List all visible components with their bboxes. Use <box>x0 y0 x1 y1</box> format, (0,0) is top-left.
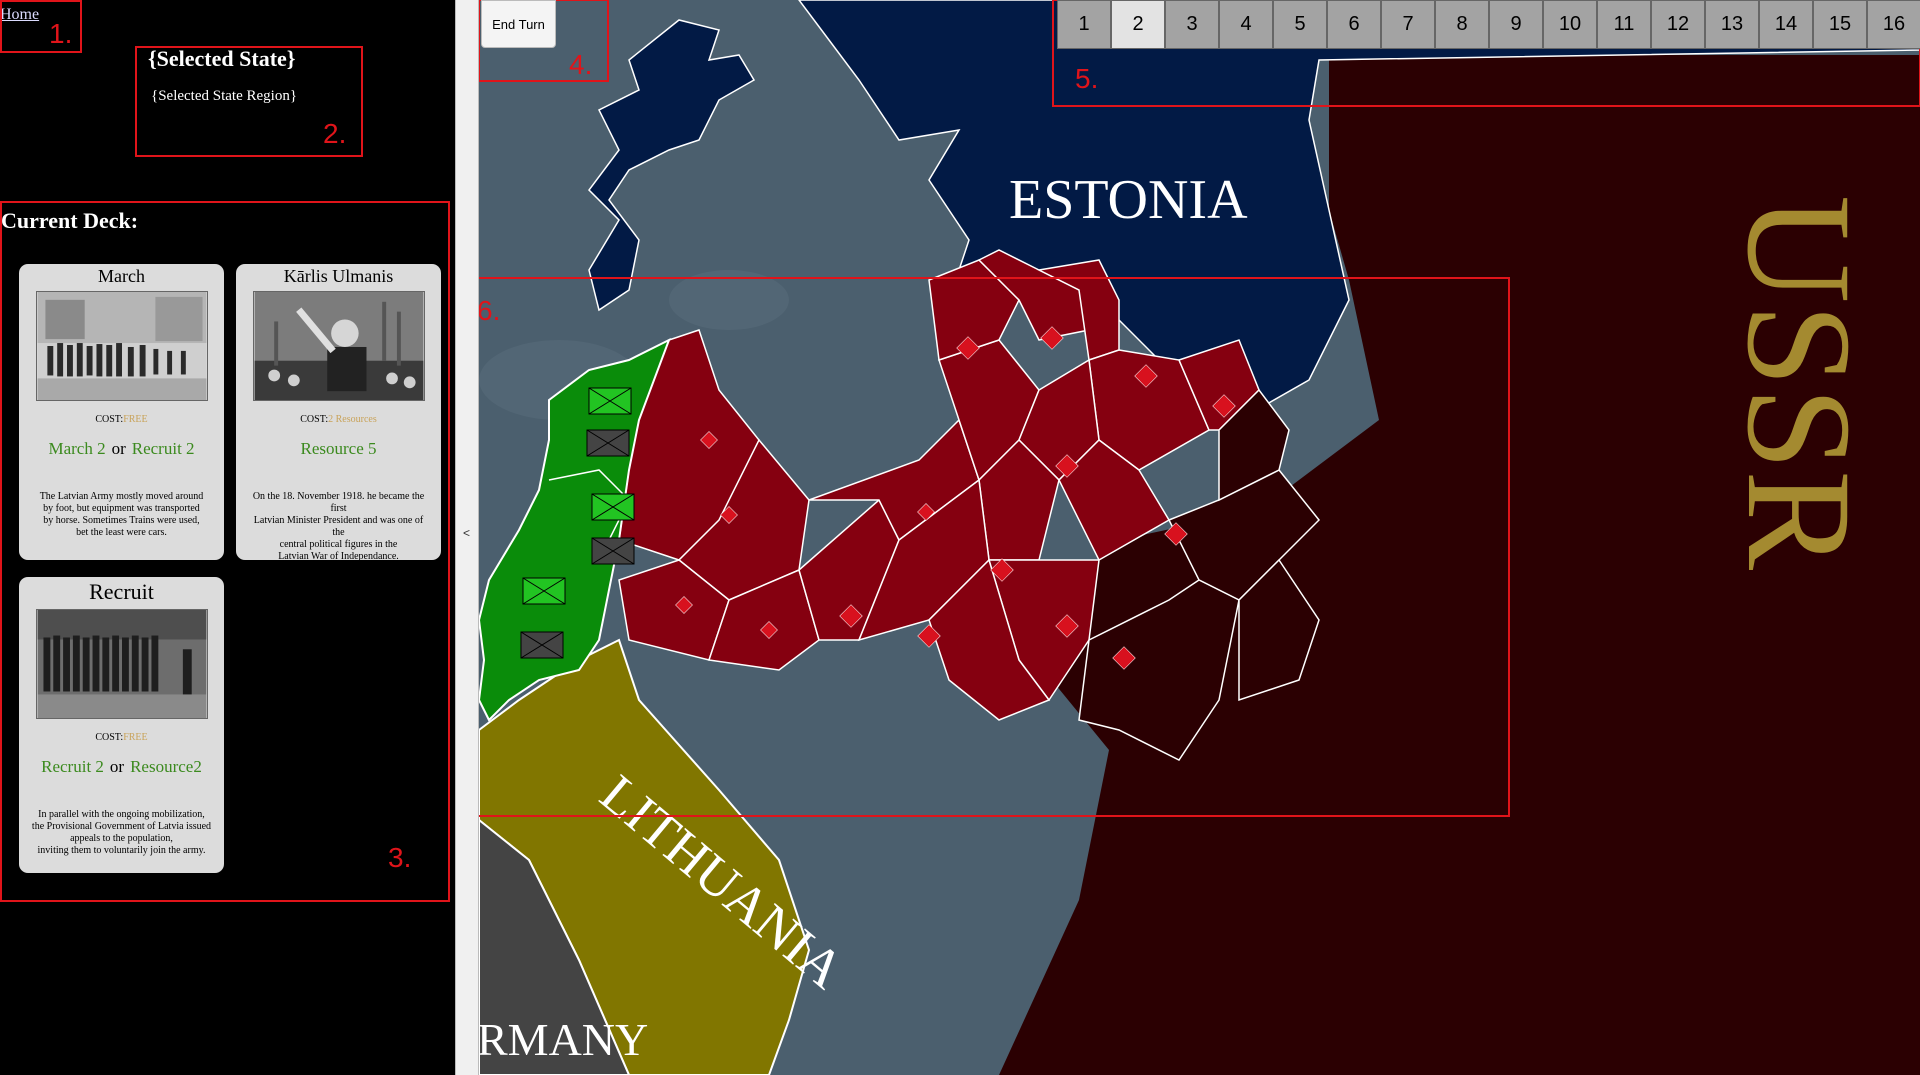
annotation-number-5: 5. <box>1075 63 1098 94</box>
left-panel: Home {Selected State} {Selected State Re… <box>0 0 455 1075</box>
turn-button-16[interactable]: 16 <box>1867 0 1920 49</box>
ussr-label: USSR <box>1716 195 1882 570</box>
turn-button-6[interactable]: 6 <box>1327 0 1381 49</box>
turn-button-10[interactable]: 10 <box>1543 0 1597 49</box>
annotation-number-2: 2. <box>323 118 347 149</box>
turn-button-15[interactable]: 15 <box>1813 0 1867 49</box>
army-unit-icon[interactable] <box>591 493 635 521</box>
turn-button-5[interactable]: 5 <box>1273 0 1327 49</box>
turn-button-14[interactable]: 14 <box>1759 0 1813 49</box>
turn-button-8[interactable]: 8 <box>1435 0 1489 49</box>
turn-button-2[interactable]: 2 <box>1111 0 1165 49</box>
turn-button-11[interactable]: 11 <box>1597 0 1651 49</box>
turn-button-1[interactable]: 1 <box>1057 0 1111 49</box>
turn-button-7[interactable]: 7 <box>1381 0 1435 49</box>
army-unit-icon[interactable] <box>586 429 630 457</box>
turn-selector: 1 2 3 4 5 6 7 8 9 10 11 12 13 14 15 16 <box>1057 0 1920 49</box>
panel-splitter[interactable]: < <box>455 0 479 1075</box>
map-canvas[interactable]: ESTONIA USSR LITHUANIA RMANY 4. 5. 6. <box>479 0 1920 1075</box>
army-unit-icon[interactable] <box>522 577 566 605</box>
annotation-box-3 <box>0 201 450 902</box>
turn-button-12[interactable]: 12 <box>1651 0 1705 49</box>
annotation-number-3: 3. <box>388 842 412 873</box>
estonia-label: ESTONIA <box>1009 169 1248 231</box>
army-unit-icon[interactable] <box>588 387 632 415</box>
map-area[interactable]: ESTONIA USSR LITHUANIA RMANY 4. 5. 6. <box>479 0 1920 1075</box>
end-turn-button[interactable]: End Turn <box>481 0 556 48</box>
turn-button-13[interactable]: 13 <box>1705 0 1759 49</box>
annotation-number-6: 6. <box>479 295 500 326</box>
turn-button-3[interactable]: 3 <box>1165 0 1219 49</box>
army-unit-icon[interactable] <box>591 537 635 565</box>
turn-button-4[interactable]: 4 <box>1219 0 1273 49</box>
germany-label: RMANY <box>479 1014 648 1065</box>
collapse-arrow-icon[interactable]: < <box>463 526 470 540</box>
army-unit-icon[interactable] <box>520 631 564 659</box>
annotation-number-4: 4. <box>569 49 592 80</box>
annotation-number-1: 1. <box>49 18 73 49</box>
turn-button-9[interactable]: 9 <box>1489 0 1543 49</box>
